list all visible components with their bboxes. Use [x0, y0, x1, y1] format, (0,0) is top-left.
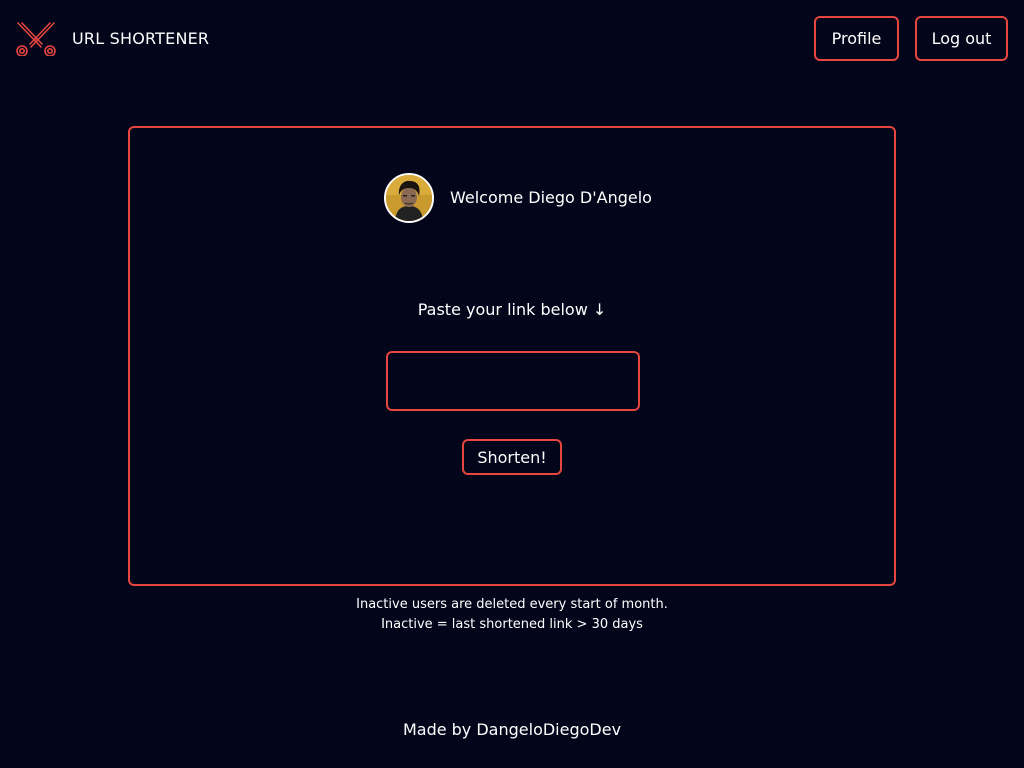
profile-button[interactable]: Profile — [814, 16, 899, 61]
inactive-notice: Inactive users are deleted every start o… — [356, 597, 668, 612]
shorten-button[interactable]: Shorten! — [462, 439, 562, 475]
shortener-card: Welcome Diego D'Angelo Paste your link b… — [128, 126, 896, 586]
inactive-definition: Inactive = last shortened link > 30 days — [381, 617, 643, 632]
link-input[interactable] — [386, 351, 640, 411]
scissors-icon[interactable] — [14, 20, 58, 57]
avatar — [384, 173, 434, 223]
paste-instruction: Paste your link below ↓ — [417, 300, 607, 319]
logout-button[interactable]: Log out — [915, 16, 1008, 61]
footer-credit: Made by DangeloDiegoDev — [402, 720, 622, 739]
welcome-text: Welcome Diego D'Angelo — [450, 188, 652, 207]
brand-title[interactable]: URL SHORTENER — [72, 29, 209, 49]
page: URL SHORTENER Profile Log out Welcome Di… — [0, 0, 1024, 768]
